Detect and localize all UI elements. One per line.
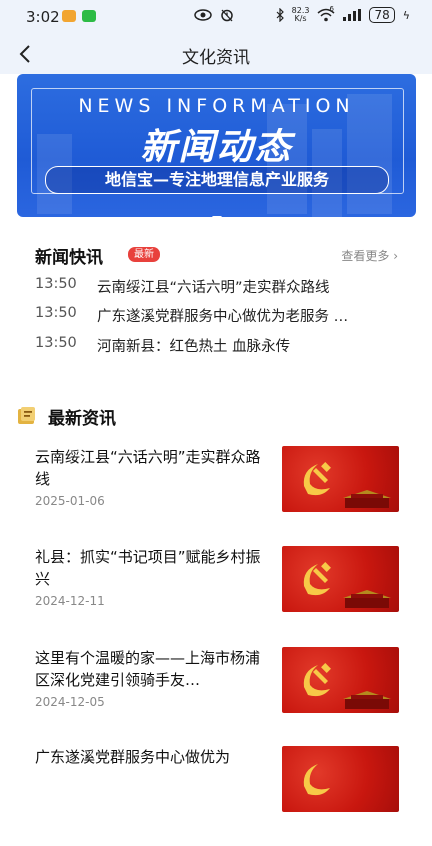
flash-item[interactable]: 13:50 河南新县：红色热土 血脉永传 — [35, 335, 400, 359]
news-list-item[interactable]: 礼县：抓实“书记项目”赋能乡村振兴 2024-12-11 — [0, 546, 432, 646]
flash-item-text: 河南新县：红色热土 血脉永传 — [97, 339, 291, 355]
news-thumbnail — [282, 546, 399, 612]
wifi-label: 6 — [329, 5, 334, 13]
document-icon — [18, 407, 35, 424]
eye-icon — [193, 9, 212, 21]
alarm-icon — [220, 9, 233, 22]
flash-item-time: 13:50 — [35, 335, 77, 351]
flash-item-time: 13:50 — [35, 305, 77, 321]
news-list-item[interactable]: 广东遂溪党群服务中心做优为 — [0, 746, 432, 846]
flash-item[interactable]: 13:50 广东遂溪党群服务中心做优为老服务 … — [35, 305, 400, 329]
flash-item-text: 云南绥江县“六话六明”走实群众路线 — [97, 280, 330, 296]
news-item-title: 礼县：抓实“书记项目”赋能乡村振兴 — [35, 548, 261, 588]
flash-item-time: 13:50 — [35, 276, 77, 292]
wifi-indicator: 6 — [317, 5, 335, 22]
party-emblem-icon — [303, 663, 331, 697]
banner-heading-en: NEWS INFORMATION — [78, 95, 355, 117]
news-thumbnail — [282, 446, 399, 512]
flash-item-text: 广东遂溪党群服务中心做优为老服务 … — [97, 309, 349, 325]
tiananmen-icon — [343, 590, 391, 608]
news-flash-title: 新闻快讯 — [35, 248, 103, 268]
carousel-dot-active — [211, 216, 222, 217]
latest-news-title: 最新资讯 — [48, 409, 116, 429]
news-banner[interactable]: NEWS INFORMATION 新闻动态 地信宝—专注地理信息产业服务 — [17, 74, 416, 217]
new-badge: 最新 — [128, 247, 160, 262]
bluetooth-icon — [276, 8, 284, 22]
news-list-item[interactable]: 这里有个温暖的家——上海市杨浦区深化党建引领骑手友… 2024-12-05 — [0, 647, 432, 747]
news-item-date: 2025-01-06 — [35, 494, 105, 508]
status-bar: 3:02 82.3 K/s 6 78 ϟ — [0, 0, 432, 34]
news-item-date: 2024-12-05 — [35, 695, 105, 709]
nav-bar: 文化资讯 — [0, 34, 432, 74]
news-thumbnail — [282, 746, 399, 812]
signal-icon — [343, 9, 362, 21]
carousel-indicator — [17, 204, 416, 217]
page-title: 文化资讯 — [182, 48, 250, 68]
latest-news-header: 最新资讯 — [17, 402, 417, 430]
banner-slogan: 地信宝—专注地理信息产业服务 — [45, 166, 389, 194]
battery-indicator: 78 — [369, 7, 395, 23]
app-notification-icon — [62, 10, 76, 22]
party-emblem-icon — [303, 764, 330, 796]
news-item-title: 广东遂溪党群服务中心做优为 — [35, 748, 231, 766]
network-speed-unit: K/s — [294, 14, 307, 23]
flash-item[interactable]: 13:50 云南绥江县“六话六明”走实群众路线 — [35, 276, 400, 300]
news-list-item[interactable]: 云南绥江县“六话六明”走实群众路线 2025-01-06 — [0, 446, 432, 546]
tiananmen-icon — [343, 691, 391, 709]
notification-icons — [62, 10, 96, 22]
charging-icon: ϟ — [402, 8, 410, 22]
status-right: 82.3 K/s 6 78 ϟ — [193, 5, 410, 23]
news-item-title: 云南绥江县“六话六明”走实群众路线 — [35, 448, 261, 488]
tiananmen-icon — [343, 490, 391, 508]
party-emblem-icon — [303, 462, 331, 496]
news-item-title: 这里有个温暖的家——上海市杨浦区深化党建引领骑手友… — [35, 649, 261, 689]
network-speed: 82.3 K/s — [292, 7, 310, 23]
view-more-link[interactable]: 查看更多 › — [341, 247, 398, 264]
status-time: 3:02 — [26, 8, 60, 26]
wechat-icon — [82, 10, 96, 22]
news-item-date: 2024-12-11 — [35, 594, 105, 608]
news-thumbnail — [282, 647, 399, 713]
party-emblem-icon — [303, 562, 331, 596]
banner-heading-cn: 新闻动态 — [140, 127, 293, 168]
